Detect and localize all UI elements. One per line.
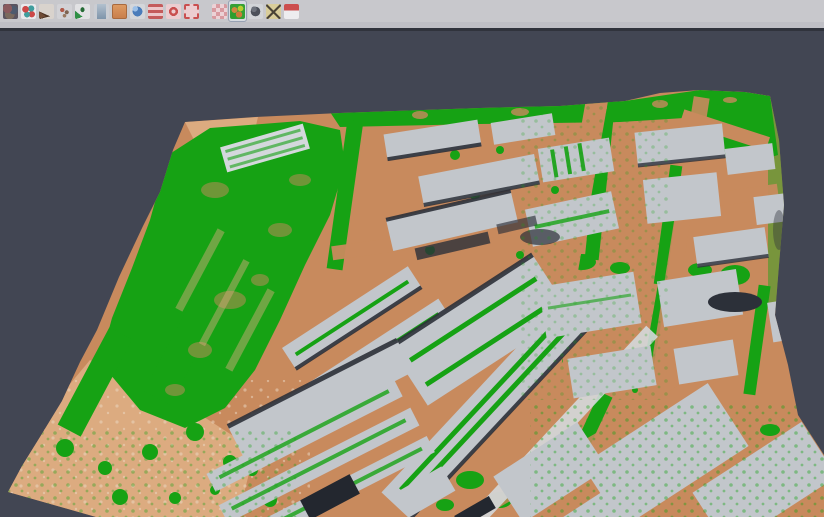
clear-region-icon-glyph [266, 4, 281, 19]
viewport-divider [0, 28, 824, 31]
panel-icon-glyph [94, 4, 109, 19]
dark-sphere-icon[interactable] [247, 1, 264, 21]
dense-cloud-icon[interactable] [2, 1, 19, 21]
globe-icon[interactable] [129, 1, 146, 21]
classification-map-icon-glyph [230, 4, 245, 19]
red-layers-icon[interactable] [147, 1, 164, 21]
3d-viewport[interactable] [0, 0, 824, 517]
sparse-points-icon-glyph [57, 4, 72, 19]
panel-icon[interactable] [93, 1, 110, 21]
orthophoto-tile-icon-glyph [112, 4, 127, 19]
faded-grid-icon-glyph [212, 4, 227, 19]
main-toolbar [0, 0, 824, 22]
window-chrome [0, 0, 824, 31]
red-layers-icon-glyph [148, 4, 163, 19]
red-flag-icon-glyph [284, 4, 299, 19]
red-flag-icon[interactable] [283, 1, 300, 21]
classification-map-icon[interactable] [229, 1, 246, 21]
brown-terrain-icon[interactable] [38, 1, 55, 21]
application-window [0, 0, 824, 517]
toolbar-separator [201, 1, 210, 21]
orthophoto-tile-icon[interactable] [111, 1, 128, 21]
sparse-points-icon[interactable] [56, 1, 73, 21]
region-bounds-icon[interactable] [183, 1, 200, 21]
scene-canvas [0, 0, 824, 517]
dark-sphere-icon-glyph [248, 4, 263, 19]
green-terrain-icon[interactable] [74, 1, 91, 21]
region-circle-icon-glyph [166, 4, 181, 19]
dense-cloud-icon-glyph [3, 4, 18, 19]
clear-region-icon[interactable] [265, 1, 282, 21]
faded-grid-icon[interactable] [211, 1, 228, 21]
region-circle-icon[interactable] [165, 1, 182, 21]
globe-icon-glyph [130, 4, 145, 19]
region-bounds-icon-glyph [184, 4, 199, 19]
green-terrain-icon-glyph [75, 4, 90, 19]
classified-points-icon-glyph [21, 4, 36, 19]
classified-points-icon[interactable] [20, 1, 37, 21]
brown-terrain-icon-glyph [39, 4, 54, 19]
